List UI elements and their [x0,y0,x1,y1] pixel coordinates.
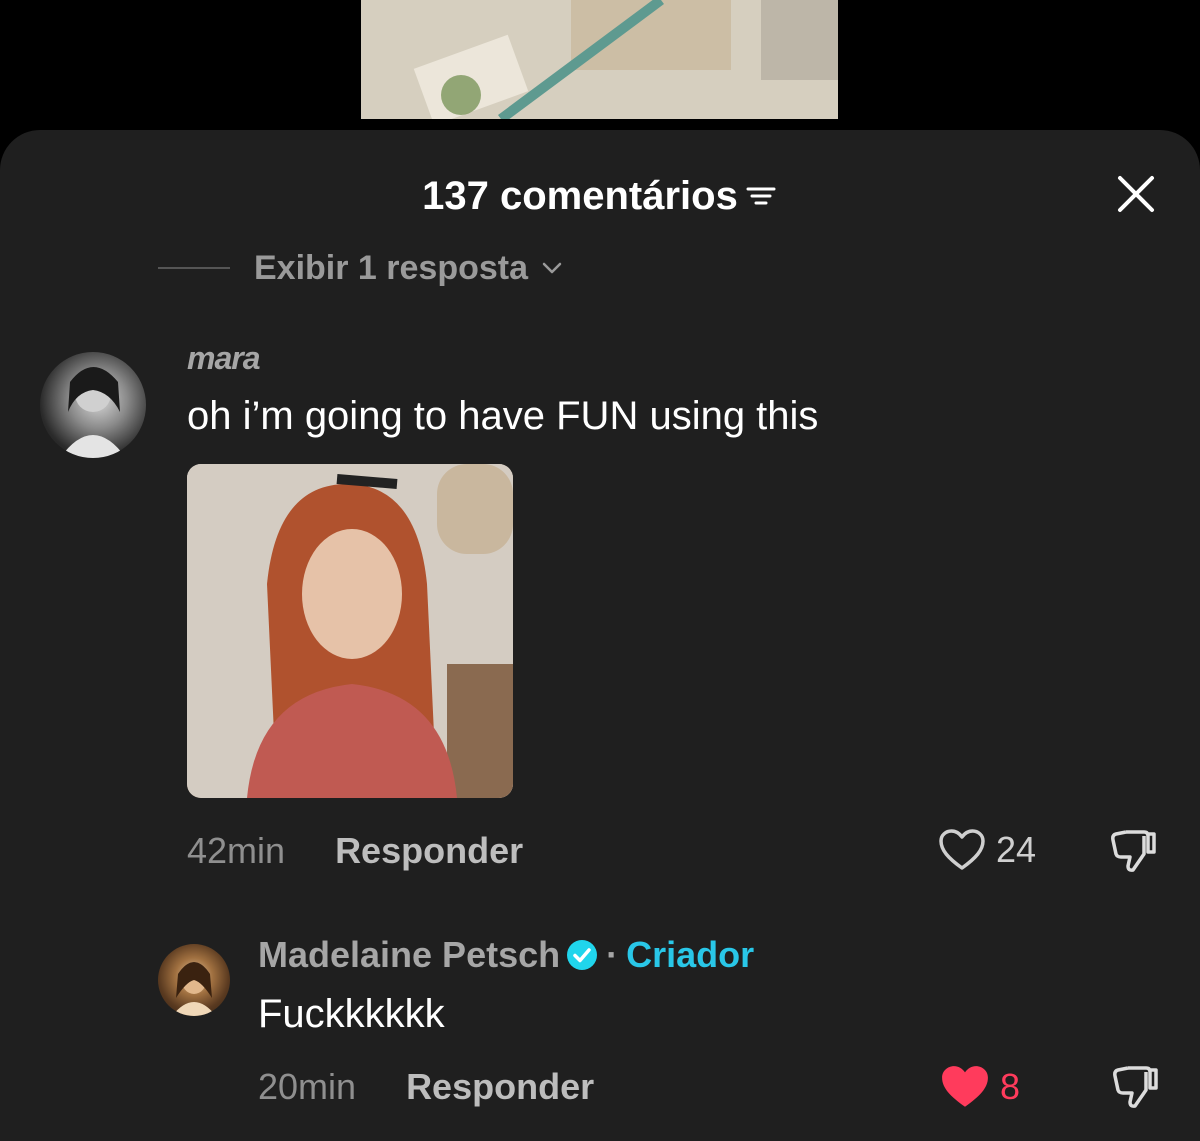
heart-filled-icon [942,1066,988,1107]
heart-outline-icon [939,829,985,870]
comment-time: 42min [187,830,286,871]
like-count: 8 [1000,1066,1021,1107]
reply-time: 20min [258,1066,357,1107]
creator-badge: Criador [626,934,755,975]
verified-badge-icon [567,940,598,970]
like-count: 24 [996,829,1037,870]
reply-button[interactable]: Responder [335,830,523,872]
reply-text: Fuckkkkkk [258,992,445,1036]
comments-header: 137 comentários [0,172,1200,220]
view-replies-label: Exibir 1 resposta [254,248,529,287]
reply-meta: 20min Responder [258,1066,594,1108]
reply-header: Madelaine Petsch · Criador [258,934,754,976]
divider-line [158,267,230,269]
avatar-image [172,962,216,1016]
comment-meta: 42min Responder [187,830,523,872]
video-frame-image [361,0,838,119]
reply-button[interactable]: Responder [406,1066,594,1108]
comments-sheet: 137 comentários Exibir 1 resposta mara o… [0,130,1200,1141]
close-icon[interactable] [1116,174,1156,214]
comments-count-title: 137 comentários [422,174,738,218]
dislike-icon[interactable] [1110,1062,1160,1112]
view-replies-button[interactable]: Exibir 1 resposta [158,248,564,288]
comment-text: oh i’m going to have FUN using this [187,394,819,438]
like-button[interactable]: 24 [938,828,1036,872]
comment-sticker-image[interactable] [187,464,513,798]
filter-icon[interactable] [744,182,778,210]
dislike-icon[interactable] [1108,826,1158,876]
avatar[interactable] [40,352,146,458]
comment-username[interactable]: mara [187,340,260,377]
reply-username[interactable]: Madelaine Petsch [258,934,560,976]
separator-dot: · [606,934,619,975]
avatar-image [60,367,126,458]
like-button[interactable]: 8 [940,1064,1020,1110]
sticker-photo [187,464,513,798]
video-preview[interactable] [361,0,838,119]
chevron-down-icon [542,262,562,274]
avatar[interactable] [158,944,230,1016]
